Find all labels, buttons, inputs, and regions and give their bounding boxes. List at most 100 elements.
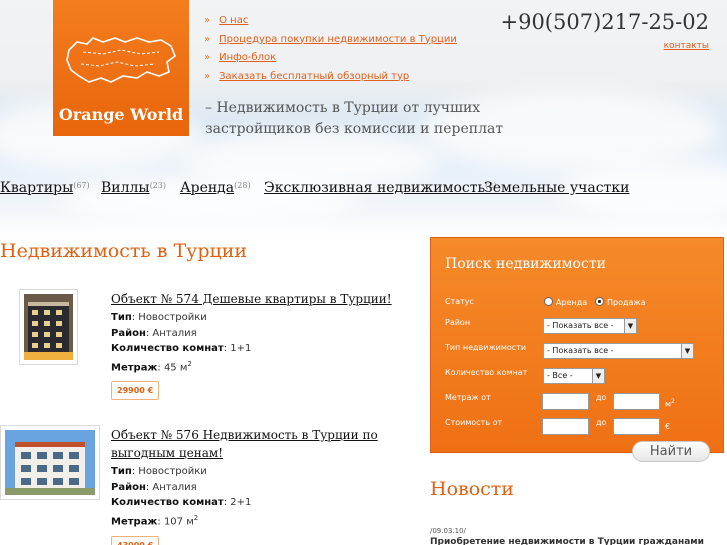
search-title: Поиск недвижимости [445, 256, 606, 272]
property-value: : Новостройки [131, 312, 207, 323]
top-link-procedure[interactable]: Процедура покупки недвижимости в Турции [219, 34, 457, 45]
price-to-input[interactable] [613, 418, 660, 435]
property-value: : 45 м [157, 361, 188, 373]
price-label: Стоимость от [445, 418, 503, 427]
category-rent[interactable]: Аренда(28) [180, 180, 251, 196]
category-label: Квартиры [0, 180, 74, 196]
price-to-label: до [596, 418, 607, 427]
status-label: Статус [445, 297, 474, 306]
property-label: Метраж [111, 515, 158, 527]
radio-icon [544, 297, 553, 306]
bullet-icon: » [204, 70, 211, 82]
property-label: Метраж [111, 361, 158, 373]
select-value: - Все - [547, 371, 573, 380]
chevron-down-icon: ▼ [592, 369, 604, 383]
select-value: - Показать все - [547, 321, 614, 330]
price-badge[interactable]: 29900 € [111, 381, 160, 400]
property-rooms: Количество комнат: 1+1 [111, 341, 251, 357]
status-radio-sale[interactable]: Продажа [595, 297, 646, 307]
page-title: Недвижимость в Турции [0, 240, 248, 262]
top-nav-item: » Процедура покупки недвижимости в Турции [204, 31, 457, 50]
bullet-icon: » [204, 52, 211, 63]
property-value: : Анталия [145, 481, 197, 493]
phone-number: +90(507)217-25-02 [500, 10, 709, 34]
top-link-tour[interactable]: Заказать бесплатный обзорный тур [219, 71, 409, 82]
property-value: : 1+1 [223, 343, 252, 354]
property-label: Количество комнат [111, 343, 224, 354]
listing-title-line: Объект № 576 Недвижимость в Турции по [111, 428, 378, 442]
property-value: : 2+1 [223, 497, 252, 508]
listing-thumbnail[interactable] [0, 425, 100, 500]
news-heading: Новости [430, 478, 514, 500]
slogan-line: застройщиков без комиссии и переплат [205, 120, 504, 137]
property-type: Тип: Новостройки [111, 310, 251, 326]
unit-superscript: 2 [193, 513, 199, 522]
building-photo [5, 430, 95, 495]
listing-title[interactable]: Объект № 574 Дешевые квартиры в Турции! [111, 290, 392, 308]
bullet-icon: » [204, 15, 211, 26]
listing-thumbnail[interactable] [19, 289, 78, 365]
top-link-info[interactable]: Инфо-блок [219, 52, 276, 63]
property-area: Метраж: 45 м2 [111, 357, 251, 376]
news-link[interactable]: Приобретение недвижимости в Турции гражд… [430, 537, 704, 545]
area-unit: м2 [665, 398, 675, 409]
property-label: Тип [111, 466, 132, 477]
type-label: Тип недвижимости [445, 343, 527, 352]
rooms-select[interactable]: - Все - ▼ [543, 368, 605, 384]
area-from-input[interactable] [542, 393, 589, 410]
category-label: Эксклюзивная недвижимость [264, 180, 486, 196]
property-label: Тип [111, 312, 132, 323]
property-type: Тип: Новостройки [111, 464, 251, 480]
region-label: Район [445, 318, 471, 327]
logo[interactable]: Orange World [53, 0, 189, 136]
type-select[interactable]: - Показать все - ▼ [543, 343, 694, 359]
radio-label: Аренда [556, 298, 588, 307]
status-radio-rent[interactable]: Аренда [544, 297, 587, 307]
listing-properties: Тип: Новостройки Район: Анталия Количест… [111, 310, 251, 375]
price-unit: € [665, 422, 671, 431]
category-land[interactable]: Земельные участки [484, 180, 629, 196]
region-select[interactable]: - Показать все - ▼ [543, 318, 637, 334]
property-value: : 107 м [157, 515, 194, 527]
category-apartments[interactable]: Квартиры(67) [0, 180, 90, 196]
listing-properties: Тип: Новостройки Район: Анталия Количест… [111, 464, 251, 529]
category-count: (67) [73, 181, 90, 190]
category-label: Виллы [101, 180, 150, 196]
radio-checked-icon [595, 297, 604, 306]
category-label: Аренда [180, 180, 235, 196]
property-rooms: Количество комнат: 2+1 [111, 495, 251, 511]
top-navigation: » О нас » Процедура покупки недвижимости в… [204, 12, 457, 86]
building-photo [24, 294, 73, 360]
turkey-map-icon [66, 37, 176, 83]
bullet-icon: » [204, 33, 211, 45]
category-count: (28) [234, 181, 251, 190]
area-to-label: до [596, 393, 607, 402]
category-label: Земельные участки [484, 180, 630, 196]
search-submit-button[interactable]: Найти [632, 441, 710, 462]
top-nav-item: » Инфо-блок [204, 49, 457, 68]
listing-title[interactable]: Объект № 576 Недвижимость в Турции по вы… [111, 426, 378, 462]
chevron-down-icon: ▼ [681, 344, 693, 358]
radio-label: Продажа [607, 298, 646, 307]
category-villas[interactable]: Виллы(23) [101, 180, 166, 196]
area-label: Метраж от [445, 393, 491, 402]
property-value: : Новостройки [131, 466, 207, 477]
rooms-label: Количество комнат [445, 368, 528, 377]
price-from-input[interactable] [542, 418, 589, 435]
property-value: : Анталия [145, 327, 197, 339]
property-region: Район: Анталия [111, 326, 251, 342]
contacts-link[interactable]: контакты [664, 41, 709, 51]
slogan-line: – Недвижимость в Турции от лучших [205, 100, 481, 116]
slogan: – Недвижимость в Турции от лучших застро… [205, 98, 503, 139]
top-link-about[interactable]: О нас [219, 15, 248, 26]
unit-superscript: 2 [187, 359, 192, 368]
category-exclusive[interactable]: Эксклюзивная недвижимость(2) [264, 180, 496, 196]
chevron-down-icon: ▼ [624, 319, 636, 333]
select-value: - Показать все - [547, 346, 614, 355]
logo-text: Orange World [58, 105, 184, 124]
unit-superscript: 2 [671, 398, 675, 405]
price-badge[interactable]: 43000 € [111, 536, 160, 545]
area-to-input[interactable] [613, 393, 660, 410]
property-region: Район: Анталия [111, 480, 251, 496]
news-date: /09.03.10/ [430, 527, 466, 535]
